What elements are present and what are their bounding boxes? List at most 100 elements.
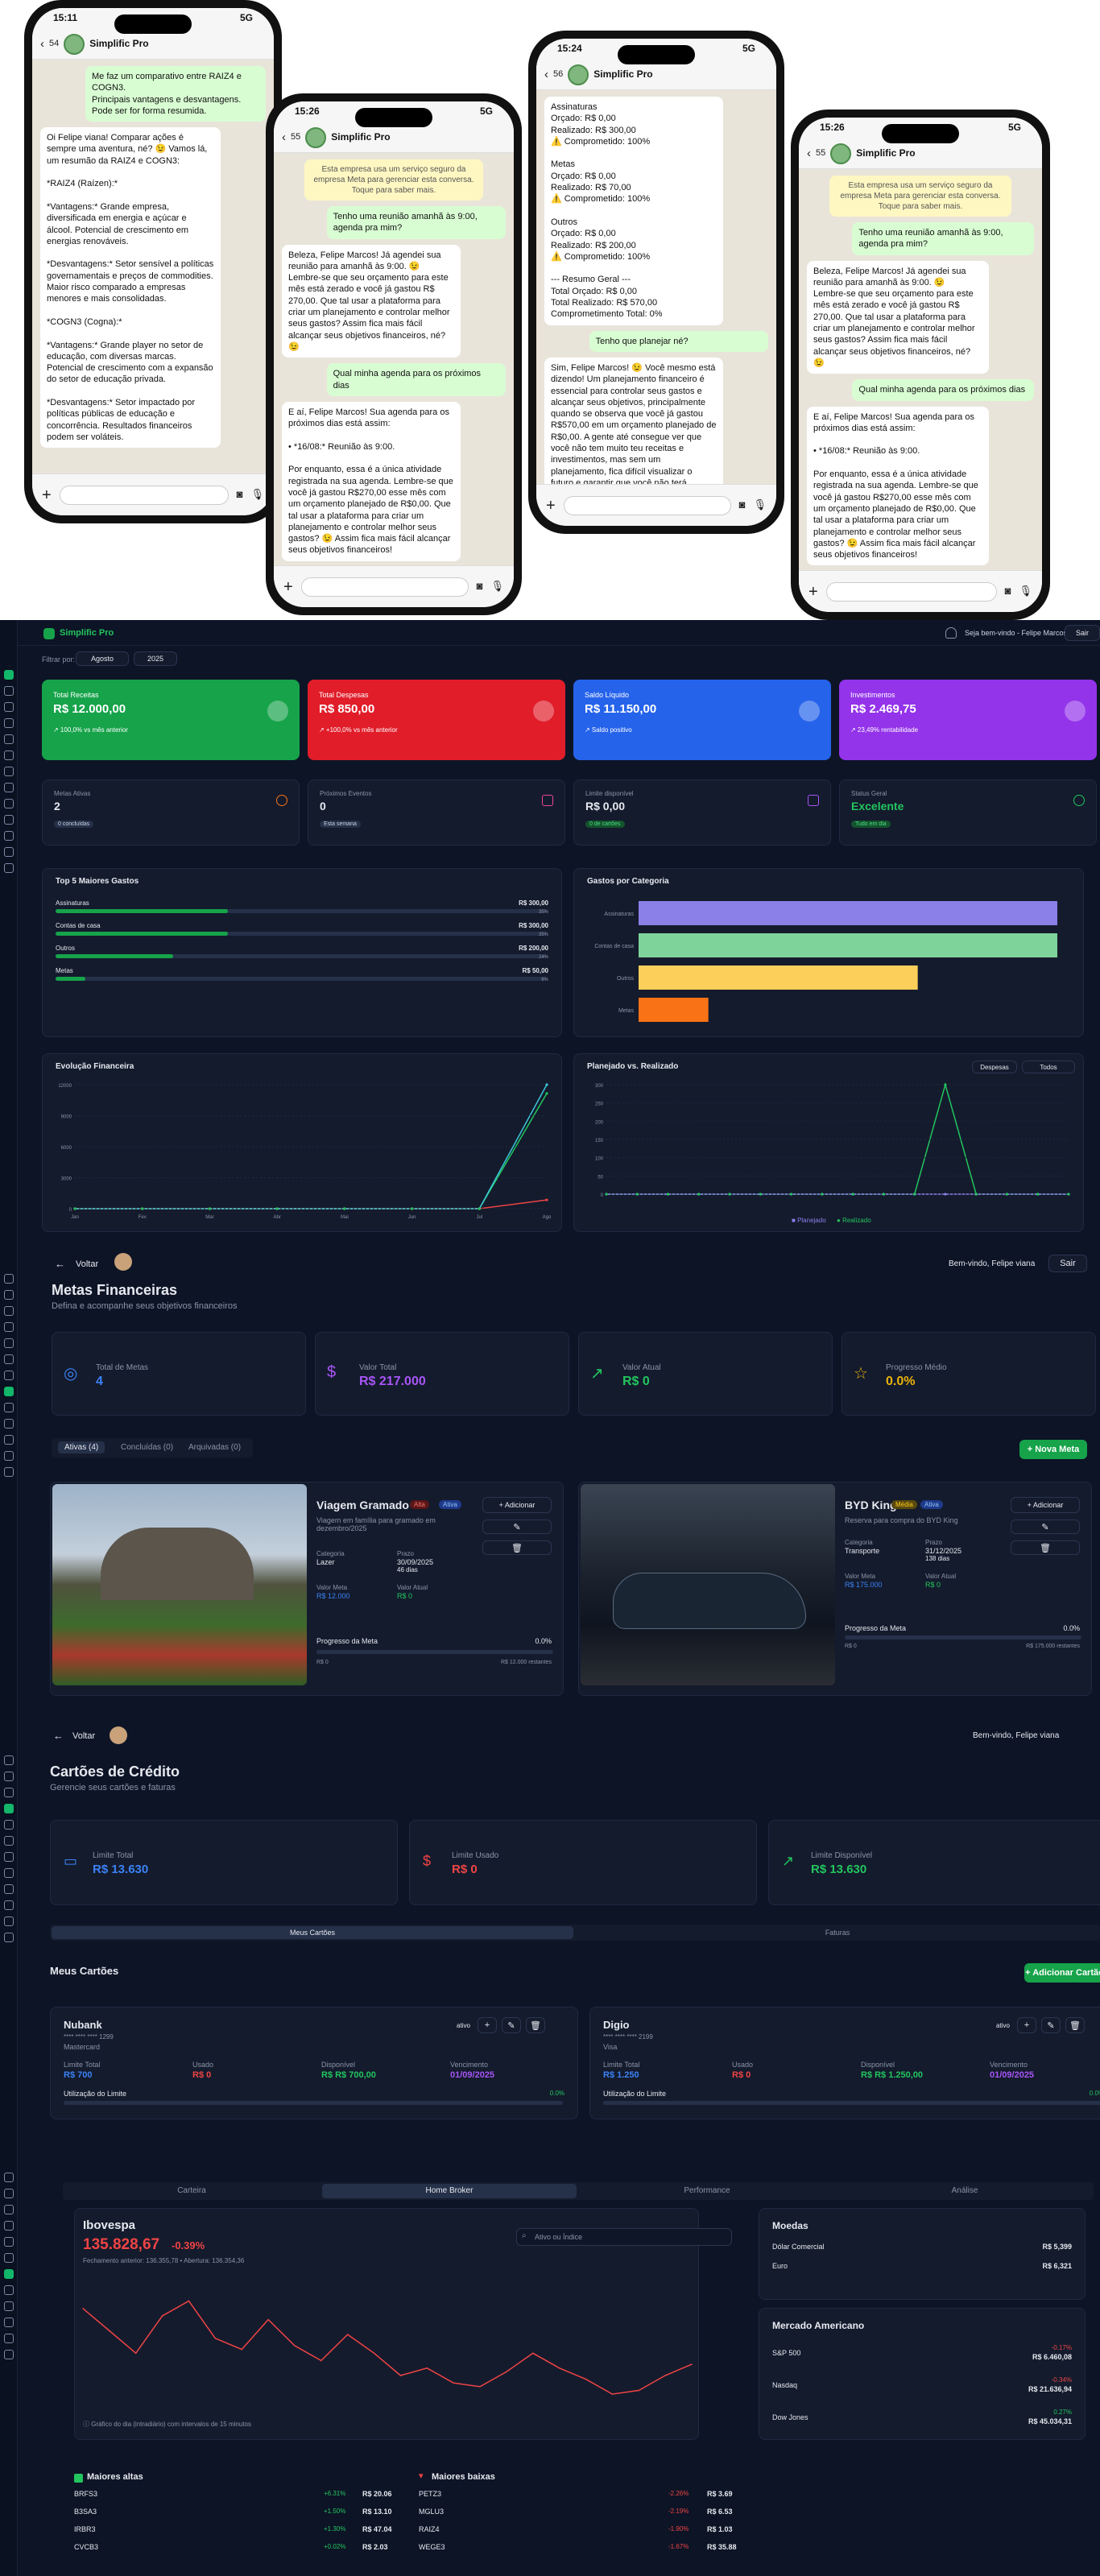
sidebar-nav-icon[interactable]: [4, 1804, 14, 1813]
new-goal-button[interactable]: + Nova Meta: [1019, 1440, 1087, 1459]
edit-icon[interactable]: ✎: [1041, 2017, 1061, 2033]
goal-tab[interactable]: Ativas (4): [58, 1441, 105, 1453]
back-chevron-icon[interactable]: ‹: [282, 130, 286, 146]
edit-button[interactable]: ✎: [1011, 1520, 1080, 1534]
sidebar-nav-icon[interactable]: [4, 2334, 14, 2343]
edit-icon[interactable]: ✎: [502, 2017, 521, 2033]
back-button[interactable]: Voltar: [76, 1259, 98, 1269]
sidebar-nav-icon[interactable]: [4, 1403, 14, 1412]
tab-invoices[interactable]: Faturas: [577, 1926, 1098, 1939]
goal-tab[interactable]: Concluídas (0): [121, 1443, 173, 1452]
plus-icon[interactable]: +: [283, 577, 293, 597]
plus-icon[interactable]: +: [808, 581, 818, 602]
sidebar-nav-icon[interactable]: [4, 1933, 14, 1942]
sidebar-nav-icon[interactable]: [4, 1900, 14, 1910]
sidebar-nav-icon[interactable]: [4, 2205, 14, 2214]
sidebar-nav-icon[interactable]: [4, 1387, 14, 1396]
add-funds-button[interactable]: + Adicionar: [482, 1497, 552, 1513]
sidebar-nav-icon[interactable]: [4, 767, 14, 776]
bell-icon[interactable]: [945, 627, 957, 639]
broker-tab[interactable]: Performance: [580, 2184, 834, 2198]
sidebar-nav-icon[interactable]: [4, 2173, 14, 2182]
sidebar-nav-icon[interactable]: [4, 1755, 14, 1765]
sidebar-nav-icon[interactable]: [4, 1451, 14, 1461]
message-input[interactable]: [59, 485, 229, 505]
sidebar-nav-icon[interactable]: [4, 1916, 14, 1926]
logout-button[interactable]: Sair: [1048, 1255, 1087, 1272]
back-chevron-icon[interactable]: ‹: [807, 146, 811, 162]
trash-icon[interactable]: 🗑: [1065, 2017, 1085, 2033]
sidebar-nav-icon[interactable]: [4, 1820, 14, 1830]
back-chevron-icon[interactable]: ‹: [40, 36, 44, 52]
sidebar-nav-icon[interactable]: [4, 1354, 14, 1364]
sidebar-nav-icon[interactable]: [4, 718, 14, 728]
sidebar-nav-icon[interactable]: [4, 1322, 14, 1332]
plus-icon[interactable]: +: [1017, 2017, 1036, 2033]
mic-icon[interactable]: 🎙: [1019, 585, 1032, 598]
logout-button[interactable]: Sair: [1065, 625, 1100, 641]
sidebar-nav-icon[interactable]: [4, 1274, 14, 1284]
back-button[interactable]: Voltar: [72, 1731, 95, 1741]
plus-icon[interactable]: +: [478, 2017, 497, 2033]
back-arrow-icon[interactable]: ←: [53, 1730, 64, 1742]
sidebar-nav-icon[interactable]: [4, 686, 14, 696]
sidebar-nav-icon[interactable]: [4, 863, 14, 873]
sidebar-nav-icon[interactable]: [4, 670, 14, 680]
trash-icon[interactable]: 🗑: [526, 2017, 545, 2033]
sidebar-nav-icon[interactable]: [4, 2285, 14, 2295]
ticker[interactable]: BRFS3: [74, 2490, 97, 2498]
add-card-button[interactable]: + Adicionar Cartão: [1024, 1963, 1100, 1983]
sidebar-nav-icon[interactable]: [4, 1836, 14, 1846]
add-funds-button[interactable]: + Adicionar: [1011, 1497, 1080, 1513]
year-select[interactable]: 2025: [134, 651, 177, 666]
sidebar-nav-icon[interactable]: [4, 2350, 14, 2359]
month-select[interactable]: Agosto: [76, 651, 129, 666]
ticker[interactable]: B3SA3: [74, 2508, 97, 2516]
camera-icon[interactable]: ◙: [477, 580, 483, 593]
sidebar-nav-icon[interactable]: [4, 815, 14, 825]
delete-button[interactable]: 🗑: [482, 1540, 552, 1555]
plus-icon[interactable]: +: [42, 485, 52, 506]
sidebar-nav-icon[interactable]: [4, 1788, 14, 1797]
sidebar-nav-icon[interactable]: [4, 1868, 14, 1878]
goal-tab[interactable]: Arquivadas (0): [188, 1443, 241, 1452]
message-input[interactable]: [563, 495, 731, 515]
mic-icon[interactable]: 🎙: [753, 498, 767, 512]
sidebar-nav-icon[interactable]: [4, 1467, 14, 1477]
back-arrow-icon[interactable]: ←: [55, 1258, 65, 1270]
sidebar-nav-icon[interactable]: [4, 750, 14, 760]
sidebar-nav-icon[interactable]: [4, 734, 14, 744]
mic-icon[interactable]: 🎙: [250, 488, 264, 502]
ticker[interactable]: IRBR3: [74, 2525, 96, 2533]
ticker[interactable]: RAIZ4: [419, 2525, 440, 2533]
ticker[interactable]: MGLU3: [419, 2508, 444, 2516]
ticker[interactable]: PETZ3: [419, 2490, 441, 2498]
category-select[interactable]: Todos: [1022, 1061, 1075, 1073]
sidebar-nav-icon[interactable]: [4, 2318, 14, 2327]
camera-icon[interactable]: ◙: [1005, 585, 1011, 598]
sidebar-nav-icon[interactable]: [4, 2189, 14, 2198]
ticker[interactable]: CVCB3: [74, 2543, 98, 2551]
sidebar-nav-icon[interactable]: [4, 831, 14, 841]
edit-button[interactable]: ✎: [482, 1520, 552, 1534]
sidebar-nav-icon[interactable]: [4, 2237, 14, 2247]
sidebar-nav-icon[interactable]: [4, 1290, 14, 1300]
camera-icon[interactable]: ◙: [237, 488, 243, 502]
tab-my-cards[interactable]: Meus Cartões: [52, 1926, 573, 1939]
plus-icon[interactable]: +: [546, 495, 556, 516]
sidebar-nav-icon[interactable]: [4, 847, 14, 857]
sidebar-nav-icon[interactable]: [4, 1371, 14, 1380]
back-chevron-icon[interactable]: ‹: [544, 67, 548, 83]
sidebar-nav-icon[interactable]: [4, 1435, 14, 1445]
mic-icon[interactable]: 🎙: [490, 580, 504, 593]
sidebar-nav-icon[interactable]: [4, 1306, 14, 1316]
sidebar-nav-icon[interactable]: [4, 2253, 14, 2263]
sidebar-nav-icon[interactable]: [4, 1772, 14, 1781]
broker-tab[interactable]: Carteira: [64, 2184, 319, 2198]
ticker[interactable]: WEGE3: [419, 2543, 445, 2551]
sidebar-nav-icon[interactable]: [4, 2221, 14, 2231]
message-input[interactable]: [825, 581, 997, 602]
message-input[interactable]: [300, 577, 469, 597]
sidebar-nav-icon[interactable]: [4, 2269, 14, 2279]
sidebar-nav-icon[interactable]: [4, 799, 14, 808]
